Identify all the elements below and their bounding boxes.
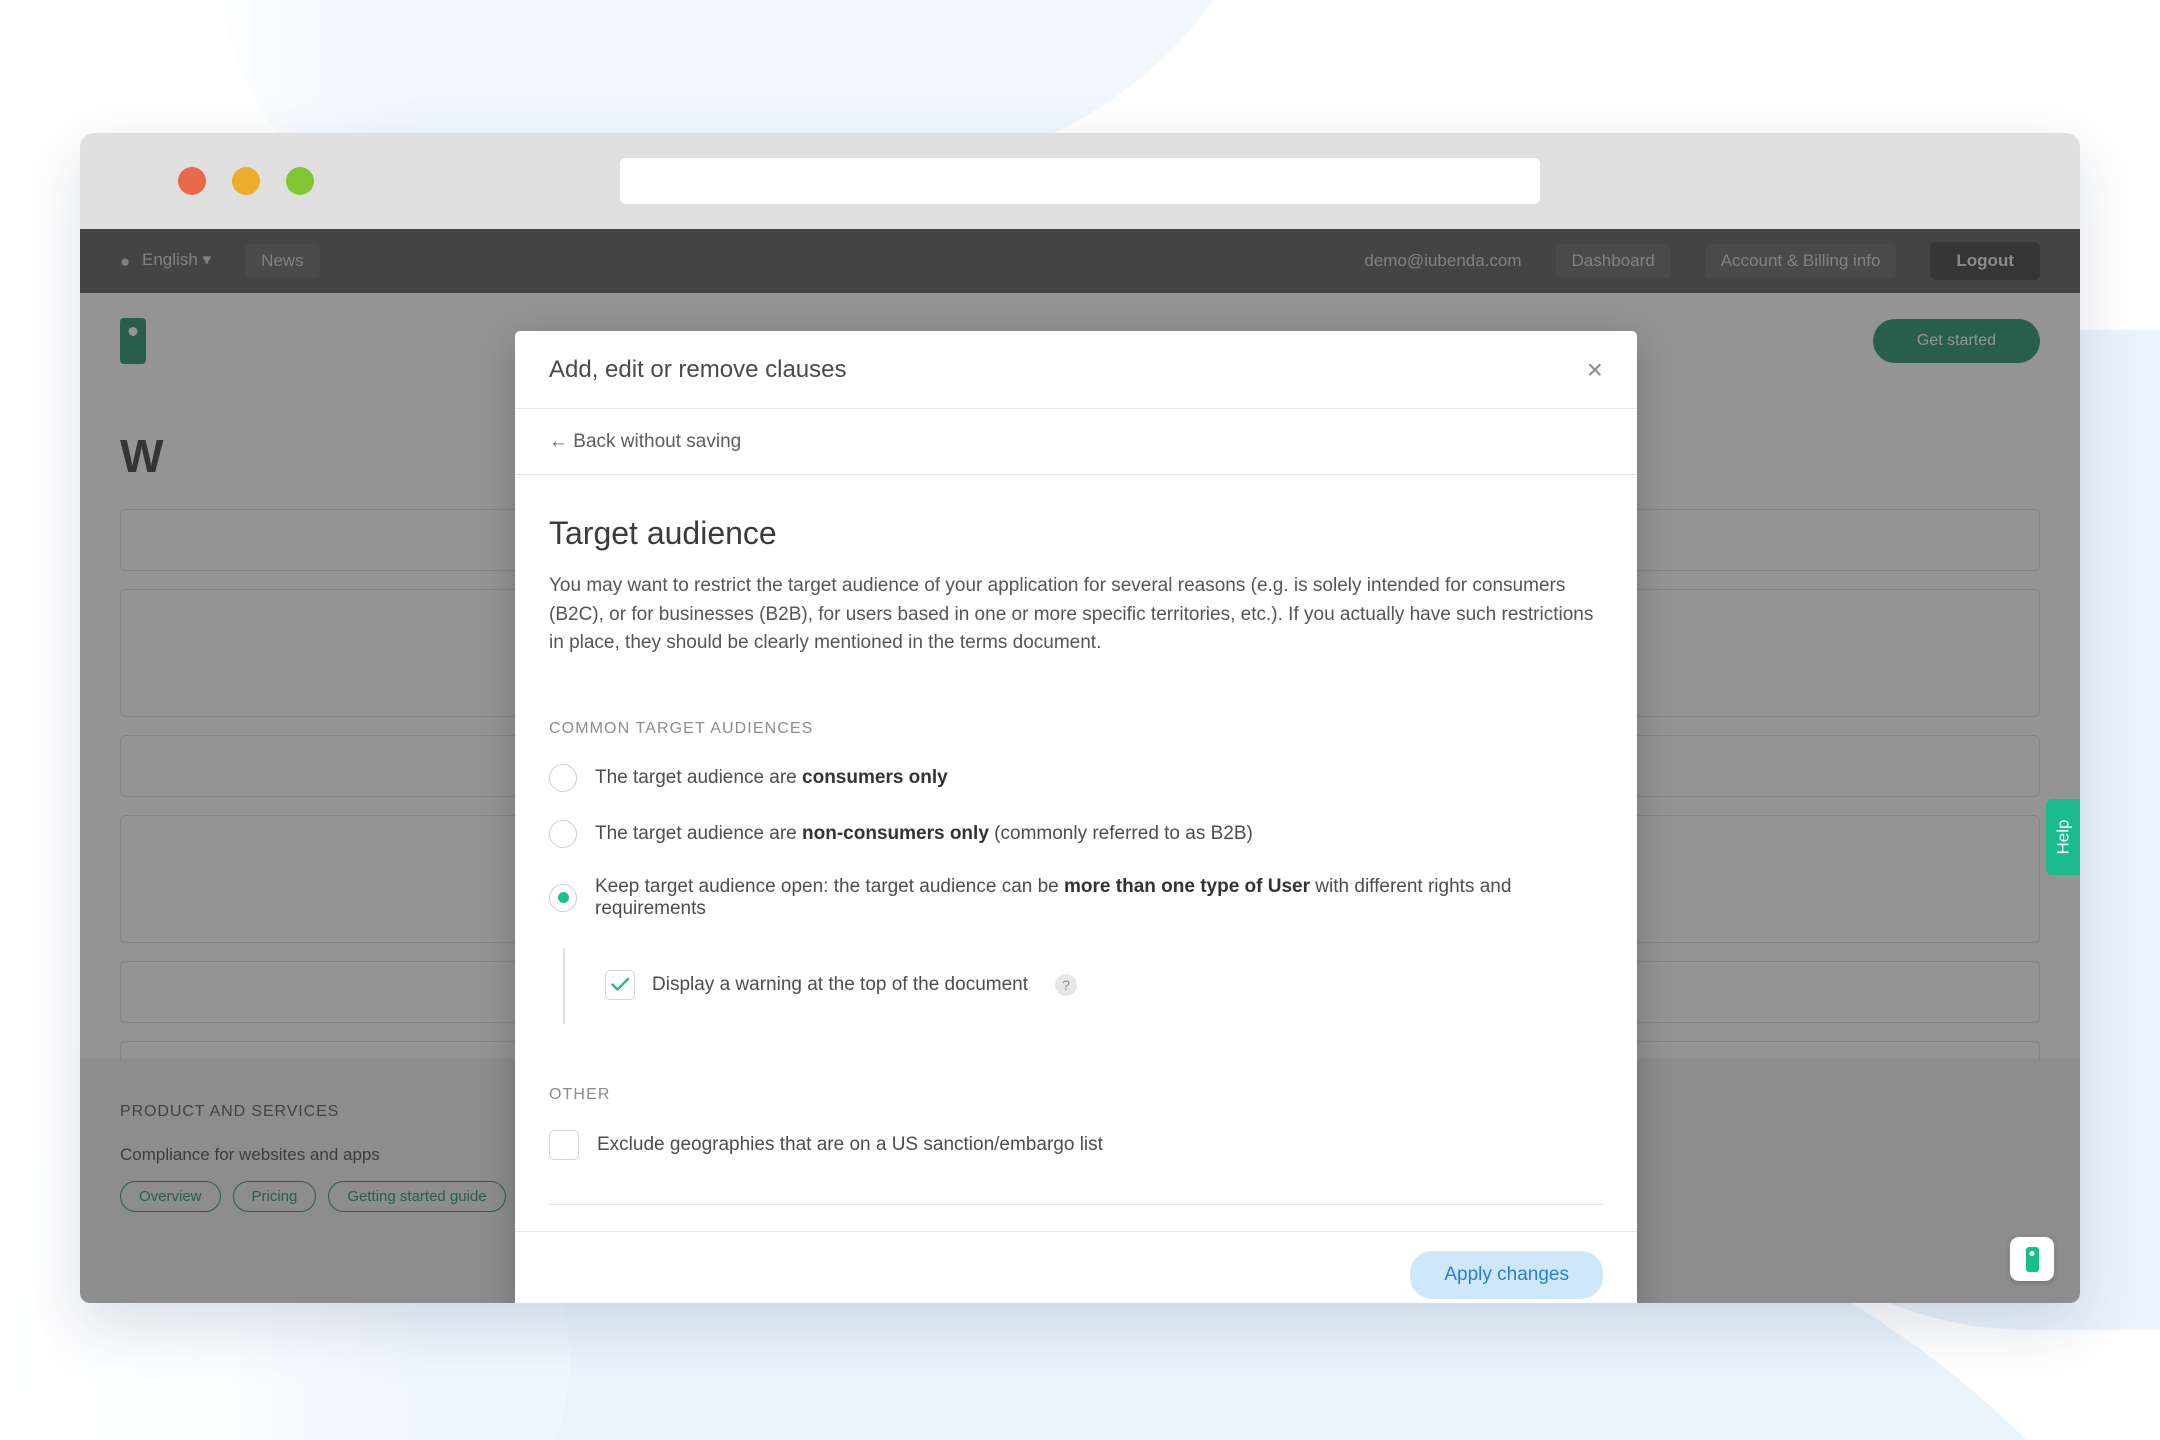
modal-subheader: ← Back without saving — [515, 409, 1637, 475]
minimize-window-icon[interactable] — [232, 167, 260, 195]
radio-option-non-consumers-only[interactable]: The target audience are non-consumers on… — [549, 819, 1603, 848]
address-bar[interactable] — [620, 158, 1540, 204]
radio-option-consumers-only[interactable]: The target audience are consumers only — [549, 763, 1603, 792]
help-tab-label: Help — [2053, 819, 2072, 855]
clauses-modal: Add, edit or remove clauses × ← Back wit… — [515, 331, 1637, 1303]
section-title: Target audience — [549, 515, 777, 551]
group-label-other: OTHER — [549, 1085, 611, 1103]
iubenda-mark-icon — [2025, 1246, 2039, 1272]
page-viewport: ● English ▾ News demo@iubenda.com Dashbo… — [80, 229, 2080, 1303]
modal-body: Target audience You may want to restrict… — [515, 475, 1637, 1231]
browser-titlebar — [80, 133, 2080, 229]
radio-option-label: Keep target audience open: the target au… — [595, 875, 1512, 919]
close-window-icon[interactable] — [178, 167, 206, 195]
apply-changes-button[interactable]: Apply changes — [1410, 1251, 1603, 1299]
help-tab-button[interactable]: Help — [2046, 799, 2080, 875]
modal-header: Add, edit or remove clauses × — [515, 331, 1637, 409]
modal-title: Add, edit or remove clauses — [549, 355, 847, 383]
radio-icon[interactable] — [549, 763, 577, 792]
radio-option-open-audience[interactable]: Keep target audience open: the target au… — [549, 876, 1603, 920]
radio-option-label: The target audience are consumers only — [595, 766, 948, 788]
radio-option-label: The target audience are non-consumers on… — [595, 822, 1253, 844]
iubenda-floating-badge[interactable] — [2010, 1237, 2054, 1281]
checkbox-label: Display a warning at the top of the docu… — [652, 973, 1029, 995]
checkbox-display-warning[interactable]: Display a warning at the top of the docu… — [605, 969, 1603, 1000]
close-icon[interactable]: × — [1587, 355, 1603, 384]
browser-window: ● English ▾ News demo@iubenda.com Dashbo… — [80, 133, 2080, 1303]
back-without-saving-link[interactable]: ← Back without saving — [549, 431, 741, 453]
checkbox-exclude-sanctioned-geographies[interactable]: Exclude geographies that are on a US san… — [549, 1129, 1603, 1160]
group-label-common: COMMON TARGET AUDIENCES — [549, 719, 814, 737]
checkbox-icon-checked[interactable] — [605, 969, 635, 1000]
help-circle-icon[interactable]: ? — [1055, 973, 1078, 996]
maximize-window-icon[interactable] — [286, 167, 314, 195]
section-description: You may want to restrict the target audi… — [549, 575, 1594, 653]
checkbox-icon[interactable] — [549, 1129, 579, 1160]
radio-icon[interactable] — [549, 819, 577, 848]
section-divider — [549, 1203, 1603, 1205]
modal-footer: Apply changes — [515, 1230, 1637, 1304]
checkbox-label: Exclude geographies that are on a US san… — [597, 1133, 1103, 1155]
window-controls[interactable] — [178, 167, 314, 195]
radio-icon-selected[interactable] — [549, 883, 577, 912]
nested-options: Display a warning at the top of the docu… — [563, 947, 1603, 1024]
